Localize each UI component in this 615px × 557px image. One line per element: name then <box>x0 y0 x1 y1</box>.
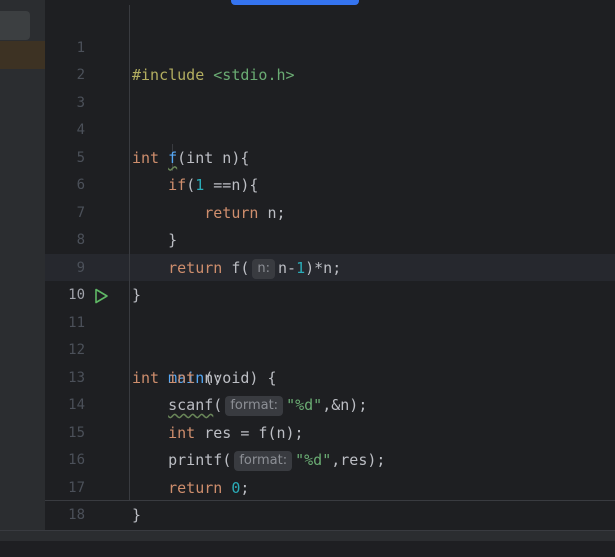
code-text: } <box>132 506 142 524</box>
code-editor[interactable]: 1 #include <stdio.h> 2 3 4 int f(int n){… <box>45 5 615 525</box>
code-line: 17 } <box>45 447 615 525</box>
code-line: 14 int res = f(n); <box>45 365 615 442</box>
code-line: 11 int main(void) { <box>45 282 615 387</box>
editor-bottom-border <box>45 500 615 501</box>
project-panel-strip <box>0 0 45 530</box>
code-line: 18 <box>45 475 615 523</box>
run-triangle-icon[interactable] <box>93 288 109 304</box>
code-line: 5 if(1 ==n){ <box>45 117 615 195</box>
code-line-current: 10 <box>45 255 615 303</box>
code-line: 4 int f(int n){ <box>45 90 615 167</box>
selected-panel-row[interactable] <box>0 41 45 69</box>
code-line: 8 return f(n: n-1)*n; <box>45 200 615 279</box>
code-line: 13 scanf(format: "%d",&n); <box>45 337 615 416</box>
status-bar <box>0 530 615 541</box>
code-line: 6 return n; <box>45 145 615 222</box>
code-line: 2 <box>45 35 615 83</box>
code-line: 15 printf(format: "%d",res); <box>45 392 615 471</box>
code-line: 7 } <box>45 172 615 250</box>
code-line: 16 return 0; <box>45 420 615 497</box>
line-number: 18 <box>68 507 85 523</box>
code-line: 9 } <box>45 227 615 305</box>
code-line: 3 <box>45 62 615 111</box>
code-line: 1 #include <stdio.h> <box>45 7 615 85</box>
code-line: 12 int n; <box>45 310 615 387</box>
file-tab[interactable] <box>0 11 30 40</box>
